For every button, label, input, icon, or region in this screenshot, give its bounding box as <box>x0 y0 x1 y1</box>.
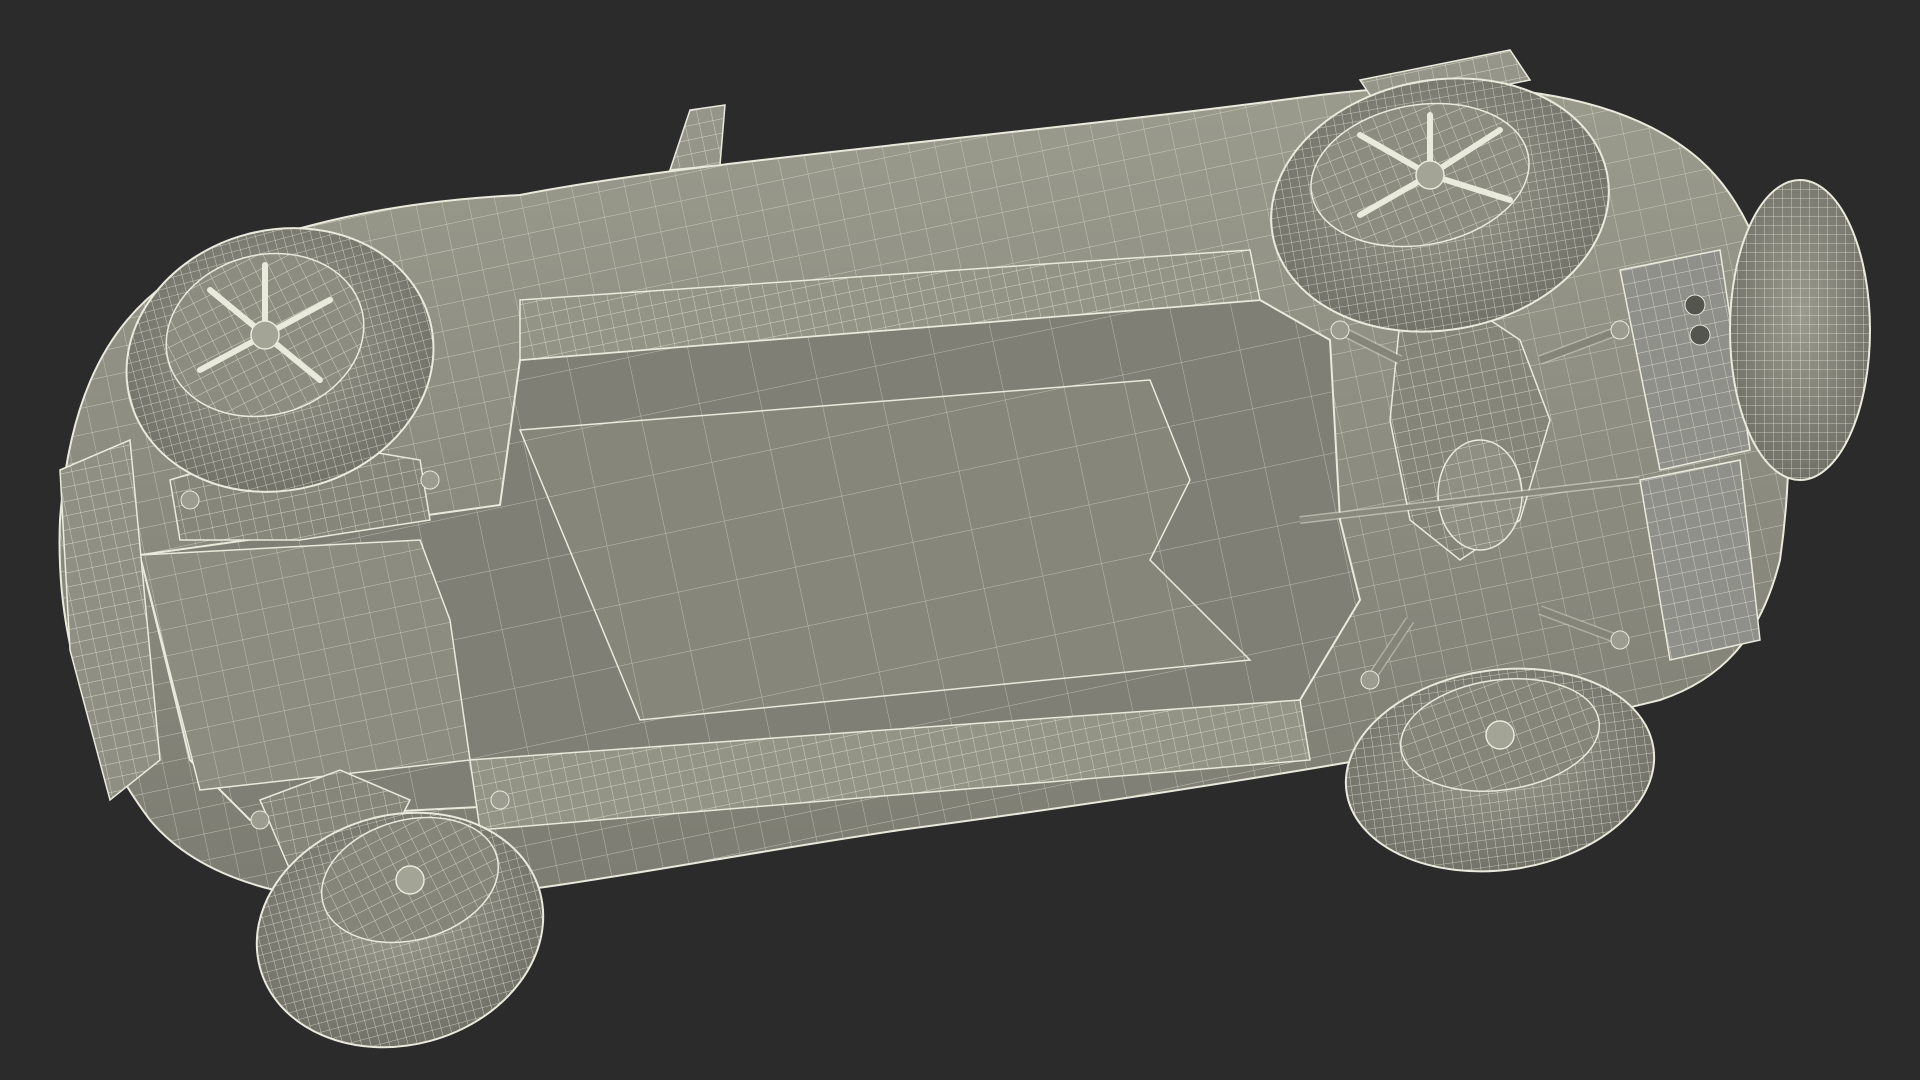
exhaust-tip-left <box>1684 294 1706 316</box>
spare-wheel <box>1729 179 1871 481</box>
render-viewport <box>0 0 1920 1080</box>
side-mirror <box>668 104 726 171</box>
exhaust-tip-right <box>1689 324 1711 346</box>
wireframe-car-render <box>58 49 1871 1049</box>
